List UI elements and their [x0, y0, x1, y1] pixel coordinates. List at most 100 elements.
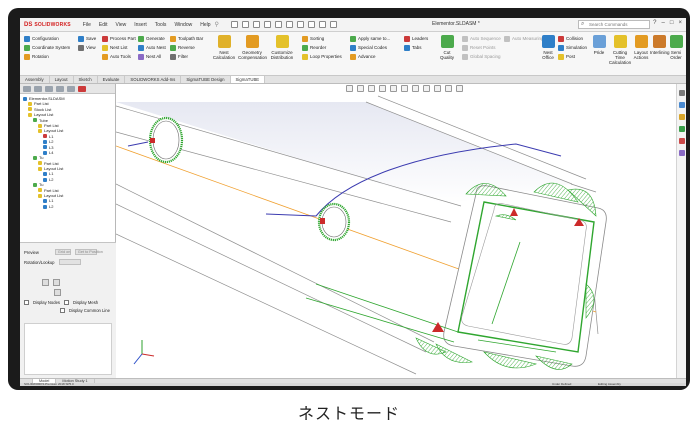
nest-all-button[interactable]: Nest All	[138, 52, 166, 61]
graphics-viewport[interactable]	[116, 84, 686, 378]
custom-properties-icon[interactable]	[678, 150, 685, 156]
menu-help[interactable]: Help	[200, 22, 210, 28]
options-gear-icon[interactable]	[329, 21, 337, 28]
menu-file[interactable]: File	[83, 22, 91, 28]
edit-appearance-icon[interactable]	[423, 85, 430, 92]
simulation-button[interactable]: Simulation	[558, 43, 587, 52]
customize-distribution-button[interactable]: Customize Distribution	[268, 35, 296, 60]
zoom-to-fit-icon[interactable]	[346, 85, 353, 92]
rotation-lookup-input[interactable]	[58, 259, 81, 265]
sigmatube-tab-icon[interactable]	[78, 86, 86, 92]
save-icon[interactable]	[263, 21, 271, 28]
display-mesh-checkbox[interactable]	[64, 300, 69, 305]
tabs-button[interactable]: Tabs	[404, 43, 428, 52]
sorting-button[interactable]: Sorting	[302, 34, 342, 43]
zoom-area-icon[interactable]	[357, 85, 364, 92]
tab-layout[interactable]: Layout	[50, 76, 74, 83]
reorder-button[interactable]: Reorder	[302, 43, 342, 52]
get-to-position-button[interactable]: Get to Position	[74, 249, 103, 255]
previous-icon[interactable]	[42, 279, 49, 286]
process-part-button[interactable]: Process Part	[102, 34, 136, 43]
view-settings-icon[interactable]	[445, 85, 452, 92]
tab-sketch[interactable]: Sketch	[74, 76, 98, 83]
coordinate-system-button[interactable]: Coordinate System	[24, 43, 70, 52]
reverse-button[interactable]: Reverse	[170, 43, 203, 52]
semi-order-button[interactable]: Semi Order	[668, 35, 684, 60]
tab-sigmatube[interactable]: SigmaTUBE	[230, 76, 266, 83]
pride-button[interactable]: Pride	[592, 35, 606, 55]
previous-view-icon[interactable]	[368, 85, 375, 92]
minimize-button[interactable]: –	[662, 20, 665, 26]
tree-node[interactable]: L2	[23, 204, 112, 209]
nest-list-box[interactable]	[24, 323, 112, 375]
leaders-button[interactable]: Leaders	[404, 34, 428, 43]
display-pane-icon[interactable]	[456, 85, 463, 92]
select-icon[interactable]	[296, 21, 304, 28]
undo-icon[interactable]	[285, 21, 293, 28]
property-manager-tab-icon[interactable]	[34, 86, 42, 92]
apply-same-button[interactable]: Apply same to...	[350, 34, 390, 43]
help-button[interactable]: ?	[653, 20, 656, 26]
collision-button[interactable]: Collision	[558, 34, 587, 43]
display-style-icon[interactable]	[401, 85, 408, 92]
filter-button[interactable]: Filter	[170, 52, 203, 61]
tab-assembly[interactable]: Assembly	[20, 76, 50, 83]
hide-show-items-icon[interactable]	[412, 85, 419, 92]
reset-points-button[interactable]: Reset Points	[462, 43, 501, 52]
auto-measuring-button[interactable]: Auto Measuring	[504, 34, 544, 43]
feature-tree-tab-icon[interactable]	[23, 86, 31, 92]
file-properties-icon[interactable]	[318, 21, 326, 28]
display-nodes-checkbox[interactable]	[24, 300, 29, 305]
tab-evaluate[interactable]: Evaluate	[98, 76, 126, 83]
section-view-icon[interactable]	[379, 85, 386, 92]
tab-sigmatube-design[interactable]: SigmaTUBE Design	[181, 76, 231, 83]
home-icon[interactable]	[230, 21, 238, 28]
menu-insert[interactable]: Insert	[134, 22, 147, 28]
menu-tools[interactable]: Tools	[155, 22, 167, 28]
tube-model[interactable]	[116, 84, 676, 378]
auto-tools-button[interactable]: Auto Tools	[102, 52, 136, 61]
grid-on-button[interactable]: Grid on	[54, 249, 71, 255]
close-button[interactable]: ×	[678, 20, 682, 26]
view-orientation-icon[interactable]	[390, 85, 397, 92]
interlining-button[interactable]: Interlining	[650, 35, 670, 55]
design-library-icon[interactable]	[678, 102, 685, 108]
dimxpert-tab-icon[interactable]	[56, 86, 64, 92]
appearances-icon[interactable]	[678, 138, 685, 144]
cut-quality-button[interactable]: Cut Quality	[436, 35, 458, 60]
maximize-button[interactable]: □	[670, 20, 674, 26]
geometry-compensation-button[interactable]: Geometry Compensation	[238, 35, 267, 60]
advance-button[interactable]: Advance	[350, 52, 390, 61]
cutting-time-button[interactable]: Cutting Time Calculation	[608, 35, 632, 65]
view-button[interactable]: View	[78, 43, 96, 52]
file-explorer-icon[interactable]	[678, 114, 685, 120]
rotation-button[interactable]: Rotation	[24, 52, 70, 61]
next-icon[interactable]	[53, 279, 60, 286]
nest-list-button[interactable]: Nest List	[102, 43, 136, 52]
generate-button[interactable]: Generate	[138, 34, 166, 43]
menu-window[interactable]: Window	[174, 22, 192, 28]
nest-office-button[interactable]: Nest Office	[540, 35, 556, 60]
new-icon[interactable]	[241, 21, 249, 28]
solidworks-resources-icon[interactable]	[678, 90, 685, 96]
auto-nest-button[interactable]: Auto Nest	[138, 43, 166, 52]
rebuild-icon[interactable]	[307, 21, 315, 28]
post-button[interactable]: Post	[558, 52, 587, 61]
loop-properties-button[interactable]: Loop Properties	[302, 52, 342, 61]
toolpath-bar-button[interactable]: Toolpath Bar	[170, 34, 203, 43]
menu-view[interactable]: View	[115, 22, 126, 28]
open-icon[interactable]	[252, 21, 260, 28]
display-common-line-checkbox[interactable]	[60, 308, 65, 313]
global-spacing-button[interactable]: Global Spacing	[462, 52, 501, 61]
apply-scene-icon[interactable]	[434, 85, 441, 92]
print-icon[interactable]	[274, 21, 282, 28]
tab-solidworks-addins[interactable]: SOLIDWORKS Add-Ins	[125, 76, 182, 83]
configuration-button[interactable]: Configuration	[24, 34, 70, 43]
view-palette-icon[interactable]	[678, 126, 685, 132]
search-commands-input[interactable]: ⌕ Search Commands	[578, 20, 650, 29]
nest-calculation-button[interactable]: Nest Calculation	[212, 35, 236, 60]
configuration-manager-tab-icon[interactable]	[45, 86, 53, 92]
special-codes-button[interactable]: Special Codes	[350, 43, 390, 52]
center-view-icon[interactable]	[54, 289, 61, 296]
menu-edit[interactable]: Edit	[99, 22, 108, 28]
